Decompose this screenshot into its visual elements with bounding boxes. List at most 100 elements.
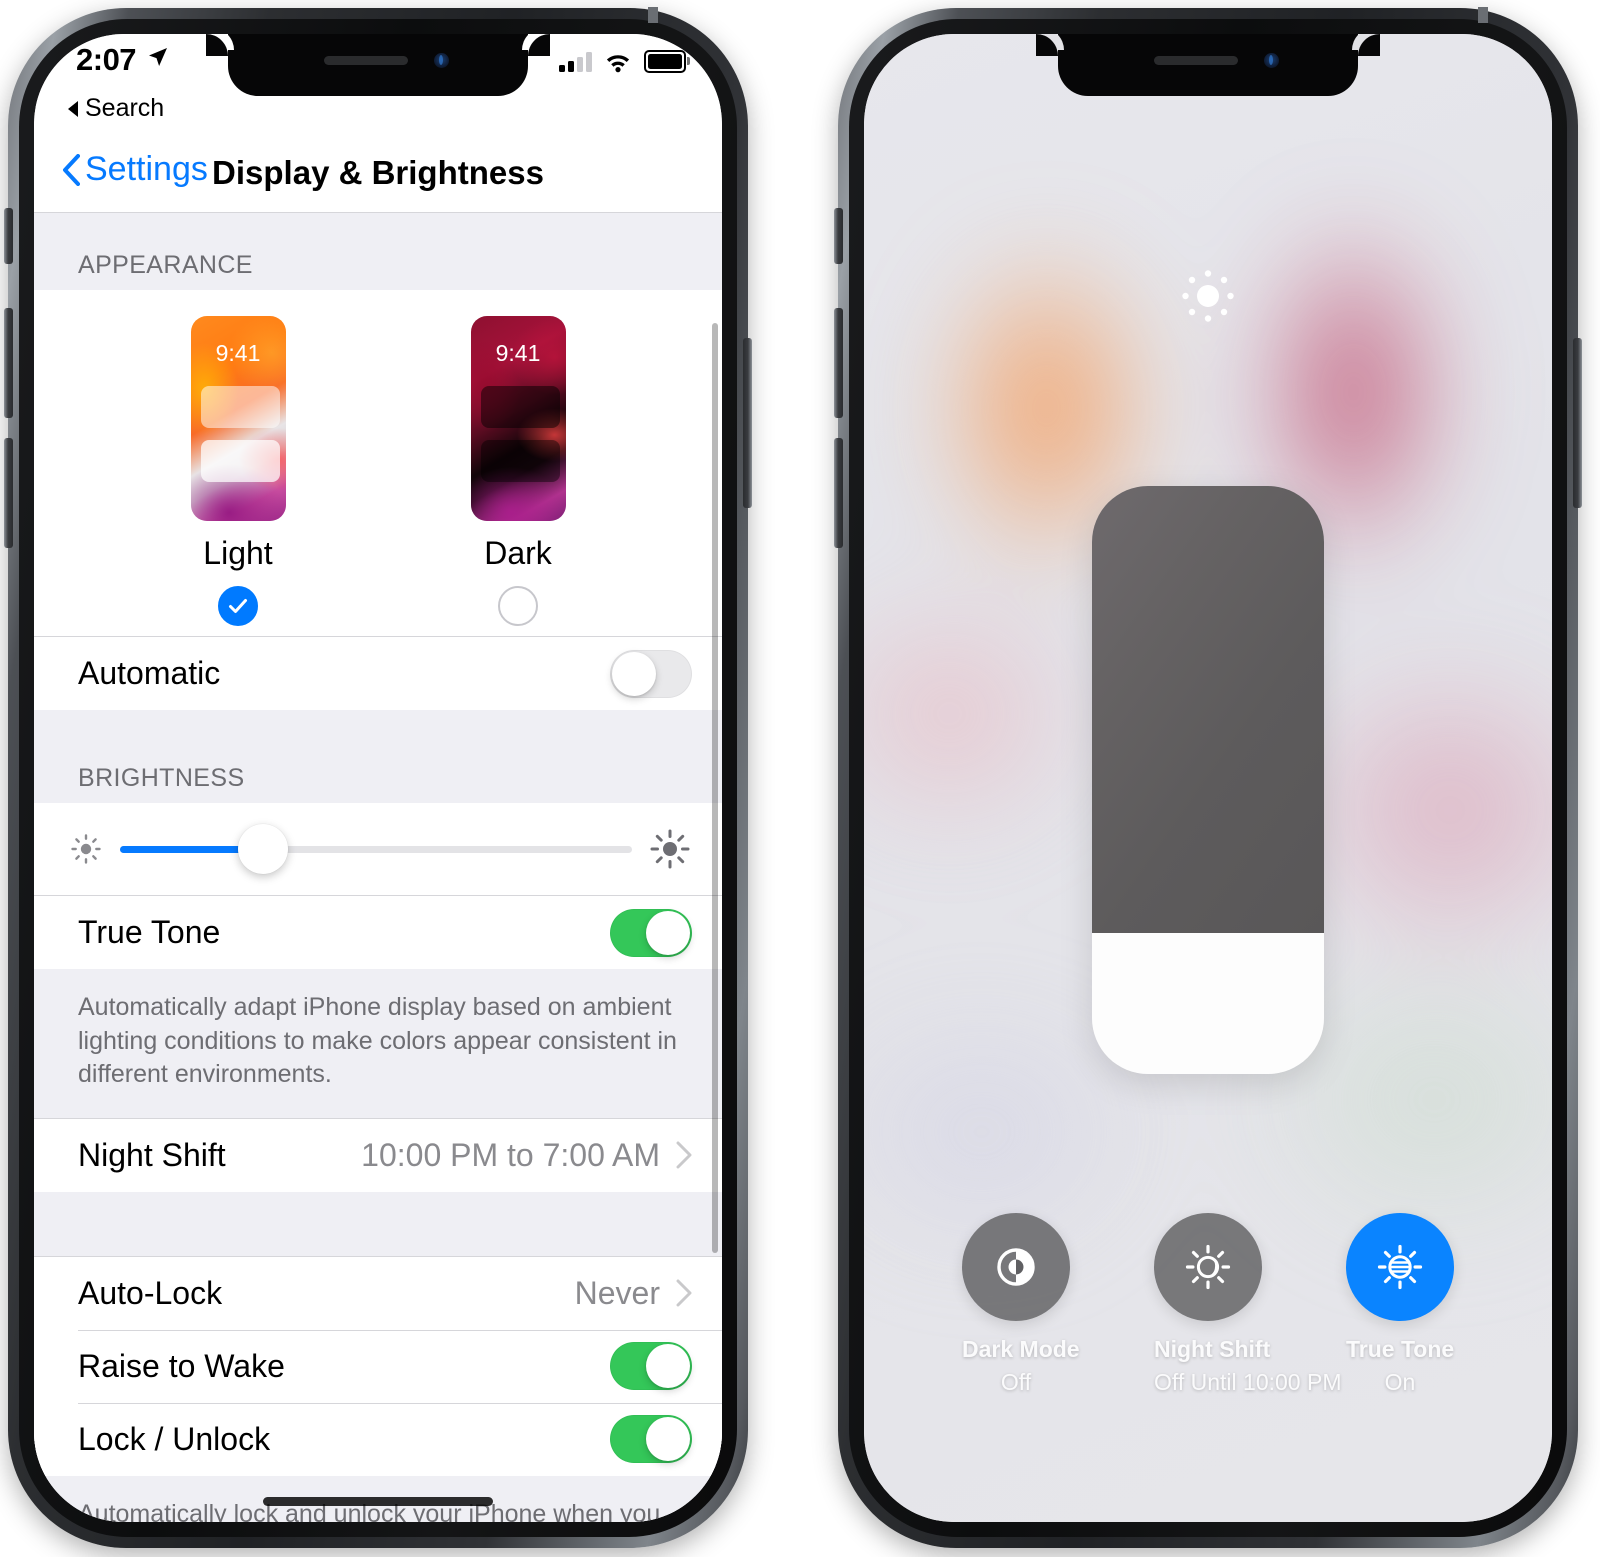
row-lock-unlock[interactable]: Lock / Unlock — [34, 1402, 722, 1476]
dark-mode-status: Off — [1000, 1369, 1032, 1395]
row-raise-to-wake[interactable]: Raise to Wake — [34, 1329, 722, 1403]
night-shift-circle[interactable] — [1154, 1213, 1262, 1321]
row-true-tone[interactable]: True Tone — [34, 896, 722, 969]
brightness-high-icon — [1182, 270, 1234, 322]
night-shift-value: 10:00 PM to 7:00 AM — [361, 1136, 660, 1173]
page-title: Display & Brightness — [212, 154, 544, 191]
preview-card — [480, 386, 560, 428]
dark-mode-preview: 9:41 — [470, 316, 566, 521]
toggle-knob — [646, 1417, 690, 1461]
light-mode-label: Light — [203, 535, 273, 571]
scrollbar-thumb[interactable] — [712, 323, 718, 1253]
back-to-search-link[interactable]: Search — [68, 94, 164, 123]
night-shift-label: Night Shift — [78, 1136, 226, 1173]
true-tone-toggle[interactable] — [610, 908, 692, 957]
true-tone-group: True Tone — [34, 896, 722, 969]
appearance-option-dark[interactable]: 9:41 Dark — [458, 316, 578, 626]
dark-mode-circle[interactable] — [962, 1213, 1070, 1321]
brightness-slider-row[interactable] — [34, 803, 722, 896]
automatic-group: Automatic — [34, 637, 722, 710]
right-iphone: Dark Mode Off Night Shift Off Until 10:0… — [834, 7, 1582, 1548]
mute-switch[interactable] — [4, 208, 13, 264]
notch — [1036, 34, 1380, 96]
preview-card — [480, 440, 560, 482]
true-tone-footnote: Automatically adapt iPhone display based… — [34, 969, 722, 1118]
dark-mode-button[interactable]: Dark Mode Off — [962, 1213, 1080, 1396]
section-gap — [34, 710, 722, 758]
chevron-right-icon — [676, 1279, 692, 1307]
checkmark-icon — [229, 599, 247, 613]
toggle-knob — [612, 651, 656, 696]
appearance-picker: 9:41 Light 9:41 Dark — [34, 290, 722, 637]
preview-time: 9:41 — [215, 340, 261, 366]
row-automatic[interactable]: Automatic — [34, 637, 722, 710]
light-mode-radio-selected[interactable] — [218, 586, 258, 626]
appearance-section-header: APPEARANCE — [34, 213, 722, 290]
lock-unlock-toggle[interactable] — [610, 1415, 692, 1463]
settings-scroll-area[interactable]: APPEARANCE 9:41 Light 9:41 Dark Automati… — [34, 213, 722, 1522]
power-button[interactable] — [1573, 338, 1582, 508]
night-shift-button[interactable]: Night Shift Off Until 10:00 PM — [1154, 1213, 1342, 1396]
automatic-label: Automatic — [78, 655, 221, 691]
settings-app: 2:07 Search Settings Display & Brightnes… — [34, 34, 722, 1522]
chevron-right-icon — [676, 1141, 692, 1169]
true-tone-label: True Tone — [78, 914, 221, 950]
wifi-icon — [606, 54, 630, 72]
auto-lock-label: Auto-Lock — [78, 1274, 223, 1311]
toggle-knob — [646, 1344, 690, 1388]
row-auto-lock[interactable]: Auto-Lock Never — [34, 1256, 722, 1330]
volume-up-button[interactable] — [834, 308, 843, 418]
nav-bar: Settings Display & Brightness — [34, 136, 722, 213]
volume-down-button[interactable] — [834, 438, 843, 548]
row-night-shift[interactable]: Night Shift 10:00 PM to 7:00 AM — [34, 1118, 722, 1192]
control-center-buttons: Dark Mode Off Night Shift Off Until 10:0… — [864, 1213, 1552, 1396]
dark-mode-radio[interactable] — [498, 586, 538, 626]
true-tone-circle[interactable] — [1346, 1213, 1454, 1321]
night-shift-title: Night Shift — [1154, 1336, 1271, 1362]
appearance-option-light[interactable]: 9:41 Light — [178, 316, 298, 626]
status-time: 2:07 — [76, 42, 137, 77]
raise-to-wake-label: Raise to Wake — [78, 1347, 285, 1384]
dark-mode-title: Dark Mode — [962, 1336, 1080, 1362]
antenna-line — [1478, 7, 1488, 23]
power-button[interactable] — [743, 338, 752, 508]
true-tone-icon — [1377, 1244, 1423, 1290]
earpiece-speaker-icon — [1154, 56, 1238, 65]
antenna-line — [648, 7, 658, 23]
volume-up-button[interactable] — [4, 308, 13, 418]
preview-card — [200, 440, 280, 482]
mute-switch[interactable] — [834, 208, 843, 264]
night-shift-status: Off Until 10:00 PM — [1154, 1369, 1342, 1395]
brightness-track[interactable] — [120, 824, 632, 874]
right-screen: Dark Mode Off Night Shift Off Until 10:0… — [864, 34, 1552, 1522]
brightness-low-icon — [71, 834, 101, 864]
true-tone-button[interactable]: True Tone On — [1346, 1213, 1454, 1396]
night-shift-group: Night Shift 10:00 PM to 7:00 AM — [34, 1117, 722, 1192]
brightness-slider-fill — [1092, 932, 1324, 1074]
return-to-app-bar[interactable]: Search — [34, 94, 722, 136]
front-camera-icon — [1264, 53, 1279, 68]
section-gap — [34, 1191, 722, 1256]
left-screen: 2:07 Search Settings Display & Brightnes… — [34, 34, 722, 1522]
preview-time: 9:41 — [495, 340, 541, 366]
status-icons — [559, 50, 690, 73]
night-shift-icon — [1185, 1244, 1231, 1290]
raise-to-wake-toggle[interactable] — [610, 1342, 692, 1390]
true-tone-title: True Tone — [1346, 1336, 1455, 1362]
status-bar: 2:07 — [34, 34, 722, 96]
left-iphone: 2:07 Search Settings Display & Brightnes… — [4, 7, 752, 1548]
screenshot-stage: 2:07 Search Settings Display & Brightnes… — [0, 0, 1600, 1557]
battery-icon — [644, 50, 690, 73]
dark-mode-icon — [997, 1248, 1035, 1286]
brightness-high-icon — [650, 829, 690, 869]
location-arrow-icon — [149, 48, 167, 66]
brightness-knob[interactable] — [238, 824, 289, 874]
back-to-search-label: Search — [85, 94, 165, 122]
volume-down-button[interactable] — [4, 438, 13, 548]
home-indicator[interactable] — [263, 1497, 493, 1506]
lock-group: Auto-Lock Never Raise to Wake Lock / Unl… — [34, 1255, 722, 1476]
automatic-toggle[interactable] — [610, 649, 692, 698]
preview-card — [200, 386, 280, 428]
light-mode-preview: 9:41 — [190, 316, 286, 521]
brightness-slider-expanded[interactable] — [1092, 486, 1324, 1074]
